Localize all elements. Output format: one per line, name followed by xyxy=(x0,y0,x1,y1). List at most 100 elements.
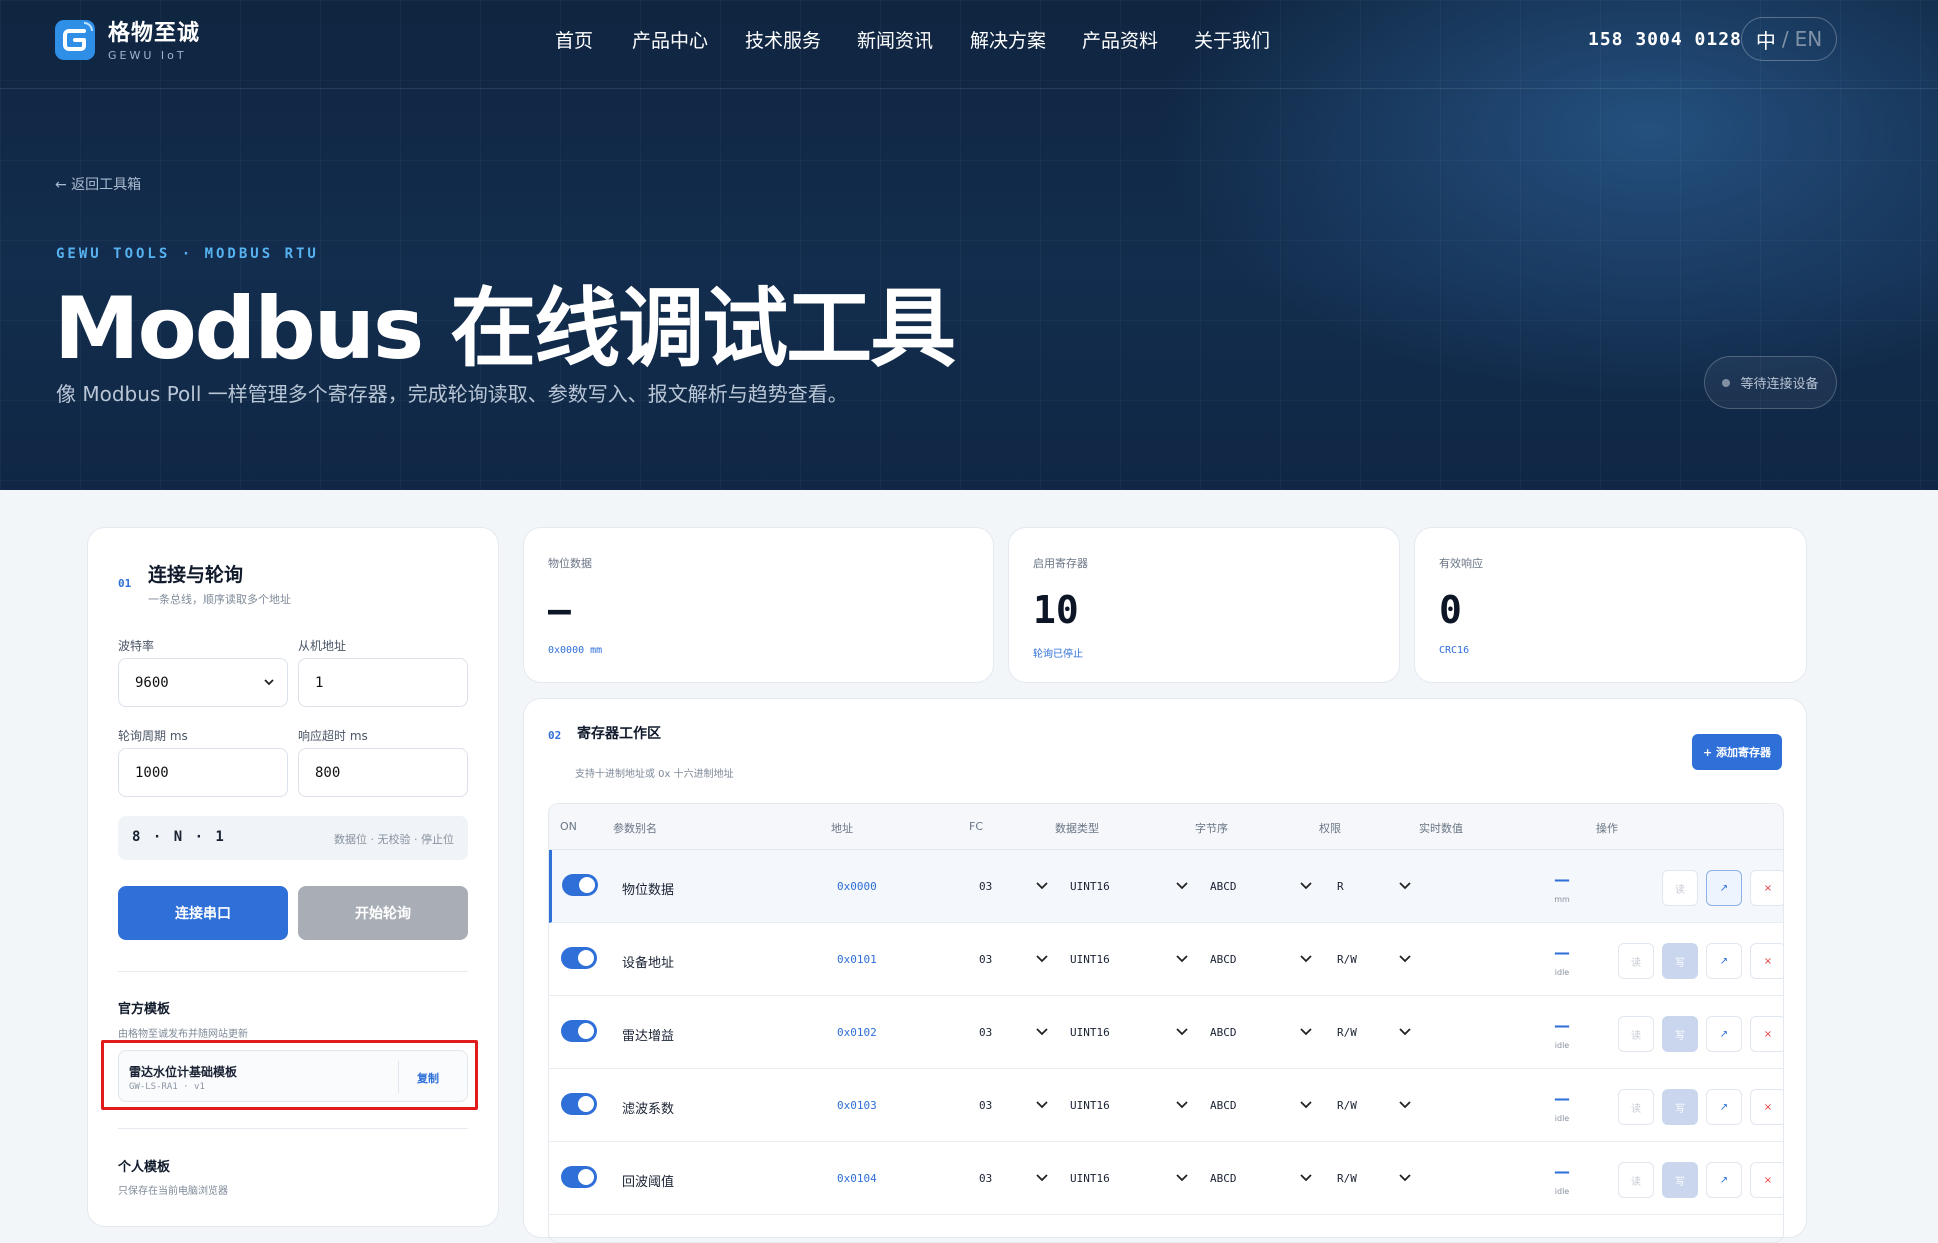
delete-icon[interactable]: × xyxy=(1750,870,1783,906)
lang-zh[interactable]: 中 xyxy=(1756,25,1776,54)
toggle-knob xyxy=(578,1096,594,1112)
chevron-down-icon[interactable] xyxy=(1300,954,1312,964)
poll-period-input[interactable]: 1000 xyxy=(118,748,288,797)
chevron-down-icon[interactable] xyxy=(1176,881,1188,891)
param-fc[interactable]: 03 xyxy=(979,1172,992,1185)
connect-serial-button[interactable]: 连接串口 xyxy=(118,886,288,940)
chevron-down-icon[interactable] xyxy=(1176,1173,1188,1183)
copy-template-button[interactable]: 复制 xyxy=(417,1070,439,1086)
chevron-down-icon[interactable] xyxy=(1036,1173,1048,1183)
delete-icon[interactable]: × xyxy=(1750,1016,1783,1052)
write-button[interactable]: 写 xyxy=(1662,1162,1698,1198)
param-permission[interactable]: R xyxy=(1337,880,1344,893)
nav-docs[interactable]: 产品资料 xyxy=(1082,26,1158,53)
param-fc[interactable]: 03 xyxy=(979,1099,992,1112)
write-button[interactable]: 写 xyxy=(1662,1016,1698,1052)
nav-news[interactable]: 新闻资讯 xyxy=(857,26,933,53)
language-switch[interactable]: 中 / EN xyxy=(1741,17,1837,61)
trend-chart-icon[interactable]: ↗ xyxy=(1706,1089,1742,1125)
delete-icon[interactable]: × xyxy=(1750,1162,1783,1198)
table-row[interactable]: 雷达增益 0x0102 03 UINT16 ABCD R/W — idle 读 … xyxy=(549,996,1783,1069)
param-permission[interactable]: R/W xyxy=(1337,1099,1357,1112)
chevron-down-icon[interactable] xyxy=(1300,1100,1312,1110)
param-byte-order[interactable]: ABCD xyxy=(1210,1026,1237,1039)
chevron-down-icon[interactable] xyxy=(1036,1100,1048,1110)
param-byte-order[interactable]: ABCD xyxy=(1210,1099,1237,1112)
enable-toggle[interactable] xyxy=(562,874,598,896)
read-button[interactable]: 读 xyxy=(1618,1162,1654,1198)
chevron-down-icon[interactable] xyxy=(1176,1027,1188,1037)
timeout-input[interactable]: 800 xyxy=(298,748,468,797)
add-register-button[interactable]: + 添加寄存器 xyxy=(1692,734,1782,770)
enable-toggle[interactable] xyxy=(561,1093,597,1115)
lang-en[interactable]: EN xyxy=(1795,27,1823,51)
param-data-type[interactable]: UINT16 xyxy=(1070,1172,1110,1185)
chevron-down-icon[interactable] xyxy=(1399,881,1411,891)
trend-chart-icon[interactable]: ↗ xyxy=(1706,1016,1742,1052)
trend-chart-icon[interactable]: ↗ xyxy=(1706,1162,1742,1198)
param-data-type[interactable]: UINT16 xyxy=(1070,1026,1110,1039)
table-row[interactable]: 设备地址 0x0101 03 UINT16 ABCD R/W — idle 读 … xyxy=(549,923,1783,996)
enable-toggle[interactable] xyxy=(561,947,597,969)
chevron-down-icon[interactable] xyxy=(1399,1027,1411,1037)
nav-tech-service[interactable]: 技术服务 xyxy=(745,26,821,53)
template-item[interactable]: 雷达水位计基础模板 GW-LS-RA1 · v1 复制 xyxy=(118,1050,468,1102)
read-button[interactable]: 读 xyxy=(1618,943,1654,979)
chevron-down-icon[interactable] xyxy=(1036,1027,1048,1037)
chevron-down-icon[interactable] xyxy=(1399,954,1411,964)
param-address[interactable]: 0x0104 xyxy=(837,1172,877,1185)
param-byte-order[interactable]: ABCD xyxy=(1210,1172,1237,1185)
write-button[interactable]: 写 xyxy=(1662,1089,1698,1125)
param-fc[interactable]: 03 xyxy=(979,1026,992,1039)
param-byte-order[interactable]: ABCD xyxy=(1210,953,1237,966)
param-data-type[interactable]: UINT16 xyxy=(1070,1099,1110,1112)
back-to-toolbox-link[interactable]: ← 返回工具箱 xyxy=(55,174,141,194)
chevron-down-icon[interactable] xyxy=(1176,954,1188,964)
read-button[interactable]: 读 xyxy=(1618,1016,1654,1052)
write-button[interactable]: 写 xyxy=(1662,943,1698,979)
chevron-down-icon[interactable] xyxy=(1300,1173,1312,1183)
param-byte-order[interactable]: ABCD xyxy=(1210,880,1237,893)
param-fc[interactable]: 03 xyxy=(979,953,992,966)
stat-value: — xyxy=(548,588,571,632)
chevron-down-icon[interactable] xyxy=(1300,881,1312,891)
read-button[interactable]: 读 xyxy=(1662,870,1698,906)
param-permission[interactable]: R/W xyxy=(1337,1172,1357,1185)
table-row[interactable]: 物位数据 0x0000 03 UINT16 ABCD R — mm 读 ↗ × xyxy=(549,850,1783,923)
param-address[interactable]: 0x0102 xyxy=(837,1026,877,1039)
trend-chart-icon[interactable]: ↗ xyxy=(1706,943,1742,979)
section-number: 02 xyxy=(548,729,562,742)
nav-about[interactable]: 关于我们 xyxy=(1194,26,1270,53)
chevron-down-icon[interactable] xyxy=(1176,1100,1188,1110)
chevron-down-icon[interactable] xyxy=(1036,881,1048,891)
param-fc[interactable]: 03 xyxy=(979,880,992,893)
delete-icon[interactable]: × xyxy=(1750,1089,1783,1125)
start-polling-button[interactable]: 开始轮询 xyxy=(298,886,468,940)
stat-sub: 轮询已停止 xyxy=(1033,649,1083,660)
enable-toggle[interactable] xyxy=(561,1020,597,1042)
nav-home[interactable]: 首页 xyxy=(555,26,593,53)
chevron-down-icon[interactable] xyxy=(1399,1173,1411,1183)
param-data-type[interactable]: UINT16 xyxy=(1070,880,1110,893)
param-address[interactable]: 0x0103 xyxy=(837,1099,877,1112)
param-permission[interactable]: R/W xyxy=(1337,1026,1357,1039)
baud-select[interactable]: 9600 xyxy=(118,658,288,707)
param-address[interactable]: 0x0101 xyxy=(837,953,877,966)
enable-toggle[interactable] xyxy=(561,1166,597,1188)
slave-address-input[interactable]: 1 xyxy=(298,658,468,707)
param-address[interactable]: 0x0000 xyxy=(837,880,877,893)
stat-card-enabled: 启用寄存器 10 轮询已停止 xyxy=(1008,527,1400,683)
param-permission[interactable]: R/W xyxy=(1337,953,1357,966)
nav-products[interactable]: 产品中心 xyxy=(632,26,708,53)
table-row[interactable]: 滤波系数 0x0103 03 UINT16 ABCD R/W — idle 读 … xyxy=(549,1069,1783,1142)
nav-solutions[interactable]: 解决方案 xyxy=(970,26,1046,53)
param-data-type[interactable]: UINT16 xyxy=(1070,953,1110,966)
table-row[interactable]: 回波阈值 0x0104 03 UINT16 ABCD R/W — idle 读 … xyxy=(549,1142,1783,1215)
chevron-down-icon[interactable] xyxy=(1036,954,1048,964)
baud-label: 波特率 xyxy=(118,639,155,653)
chevron-down-icon[interactable] xyxy=(1399,1100,1411,1110)
chevron-down-icon[interactable] xyxy=(1300,1027,1312,1037)
trend-chart-icon[interactable]: ↗ xyxy=(1706,870,1742,906)
delete-icon[interactable]: × xyxy=(1750,943,1783,979)
read-button[interactable]: 读 xyxy=(1618,1089,1654,1125)
